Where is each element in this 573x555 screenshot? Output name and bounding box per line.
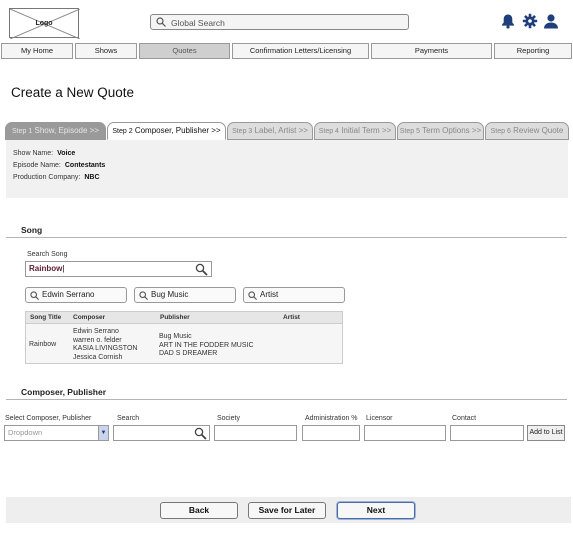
administration-percent-input[interactable] [302,425,360,441]
step-label: Term Options >> [422,126,482,135]
back-button[interactable]: Back [160,502,238,519]
column-header-artist: Artist [283,314,300,321]
show-name-value: Voice [57,150,76,157]
select-composer-label: Select Composer, Publisher [5,415,92,422]
artist-filter-chip[interactable]: Artist [243,287,345,303]
search-label: Search [117,415,140,422]
licensor-input[interactable] [364,425,446,441]
save-for-later-button[interactable]: Save for Later [248,502,326,519]
step-tabs: Step 1 Show, Episode >> Step 2 Composer,… [5,122,571,140]
composer-name: Edwin Serrano [73,328,119,335]
search-icon [156,17,166,27]
song-title-cell: Rainbow [29,341,57,348]
search-song-value: Rainbow [29,264,63,273]
main-nav: My Home Shows Quotes Confirmation Letter… [0,43,573,59]
search-icon [248,291,257,300]
step-4-tab[interactable]: Step 4 Initial Term >> [314,122,396,140]
contact-label: Contact [452,415,477,422]
column-header-composer: Composer [73,314,106,321]
global-search-placeholder: Global Search [171,18,225,28]
search-song-label: Search Song [27,251,68,258]
search-icon [30,291,39,300]
table-header: Song Title Composer Publisher Artist [26,312,342,324]
composer-search-input[interactable] [113,425,210,441]
divider [6,237,567,238]
publisher-name: ART IN THE FODDER MUSIC [159,341,254,349]
society-label: Society [217,415,240,422]
step-number: Step 1 [12,128,33,135]
nav-item-quotes[interactable]: Quotes [139,43,230,59]
step-6-tab[interactable]: Step 6 Review Quote [485,122,569,140]
step-label: Initial Term >> [341,126,392,135]
publisher-name: Bug Music [159,333,192,340]
publisher-cell: Bug Music ART IN THE FODDER MUSIC DAD S … [159,333,254,359]
page-title: Create a New Quote [11,85,135,100]
administration-label: Administration % [305,415,358,422]
show-name-label: Show Name: [13,150,54,157]
publisher-name: DAD S DREAMER [159,350,218,357]
global-search-input[interactable]: Global Search [150,14,409,30]
step-number: Step 4 [318,128,339,135]
composer-filter-label: Edwin Serrano [42,290,95,299]
divider [6,399,567,400]
nav-item-shows[interactable]: Shows [75,43,137,59]
step-5-tab[interactable]: Step 5 Term Options >> [397,122,484,140]
publisher-filter-chip[interactable]: Bug Music [134,287,236,303]
step-3-tab[interactable]: Step 3 Label, Artist >> [227,122,313,140]
song-results-table: Song Title Composer Publisher Artist Rai… [25,311,343,364]
episode-name-row: Episode Name: Contestants [13,162,105,169]
production-company-value: NBC [84,174,100,181]
logo: Logo [9,8,80,39]
add-to-list-button[interactable]: Add to List [527,425,565,441]
step-label: Label, Artist >> [254,126,308,135]
episode-name-value: Contestants [64,162,106,169]
column-header-publisher: Publisher [160,314,190,321]
composer-filter-chip[interactable]: Edwin Serrano [25,287,127,303]
licensor-label: Licensor [366,415,393,422]
logo-text: Logo [35,20,53,27]
step-number: Step 6 [490,128,511,135]
search-song-input[interactable]: Rainbow| [25,261,212,277]
search-icon [139,291,148,300]
show-name-row: Show Name: Voice [13,150,75,157]
step-number: Step 2 [112,128,133,135]
step-2-tab[interactable]: Step 2 Composer, Publisher >> [107,122,226,140]
search-icon[interactable] [194,427,207,440]
composer-cell: Edwin Serrano warren o. felder KASIA LIV… [73,328,137,362]
user-icon[interactable] [543,13,559,29]
contact-input[interactable] [450,425,524,441]
gear-icon[interactable] [522,13,538,29]
nav-item-my-home[interactable]: My Home [1,43,73,59]
society-input[interactable] [214,425,297,441]
step-number: Step 5 [399,128,421,135]
production-company-row: Production Company: NBC [13,174,100,181]
bell-icon[interactable] [500,13,516,29]
search-icon[interactable] [195,263,208,276]
composer-name: warren o. felder [73,336,122,344]
song-section-title: Song [21,225,43,235]
step-label: Show, Episode >> [34,126,99,135]
composer-section-title: Composer, Publisher [21,387,107,397]
nav-item-payments[interactable]: Payments [371,43,492,59]
nav-item-reporting[interactable]: Reporting [494,43,572,59]
step-label: Review Quote [513,126,564,135]
episode-name-label: Episode Name: [13,162,61,169]
next-button[interactable]: Next [337,502,415,519]
publisher-filter-label: Bug Music [151,290,189,299]
artist-filter-label: Artist [260,290,279,299]
nav-item-confirmation-letters[interactable]: Confirmation Letters/Licensing [232,43,369,59]
column-header-song-title: Song Title [30,314,62,321]
dropdown-value: Dropdown [8,428,43,437]
step-number: Step 3 [232,128,253,135]
step-1-tab[interactable]: Step 1 Show, Episode >> [5,122,106,140]
step-label: Composer, Publisher >> [134,126,221,135]
chevron-down-icon[interactable]: ▼ [98,426,108,440]
composer-name: KASIA LIVINGSTON [73,345,138,352]
composer-publisher-dropdown[interactable]: Dropdown ▼ [4,425,109,441]
composer-name: Jessica Cornish [73,353,123,361]
production-company-label: Production Company: [13,174,81,181]
show-info-panel: Show Name: Voice Episode Name: Contestants… [6,140,568,198]
